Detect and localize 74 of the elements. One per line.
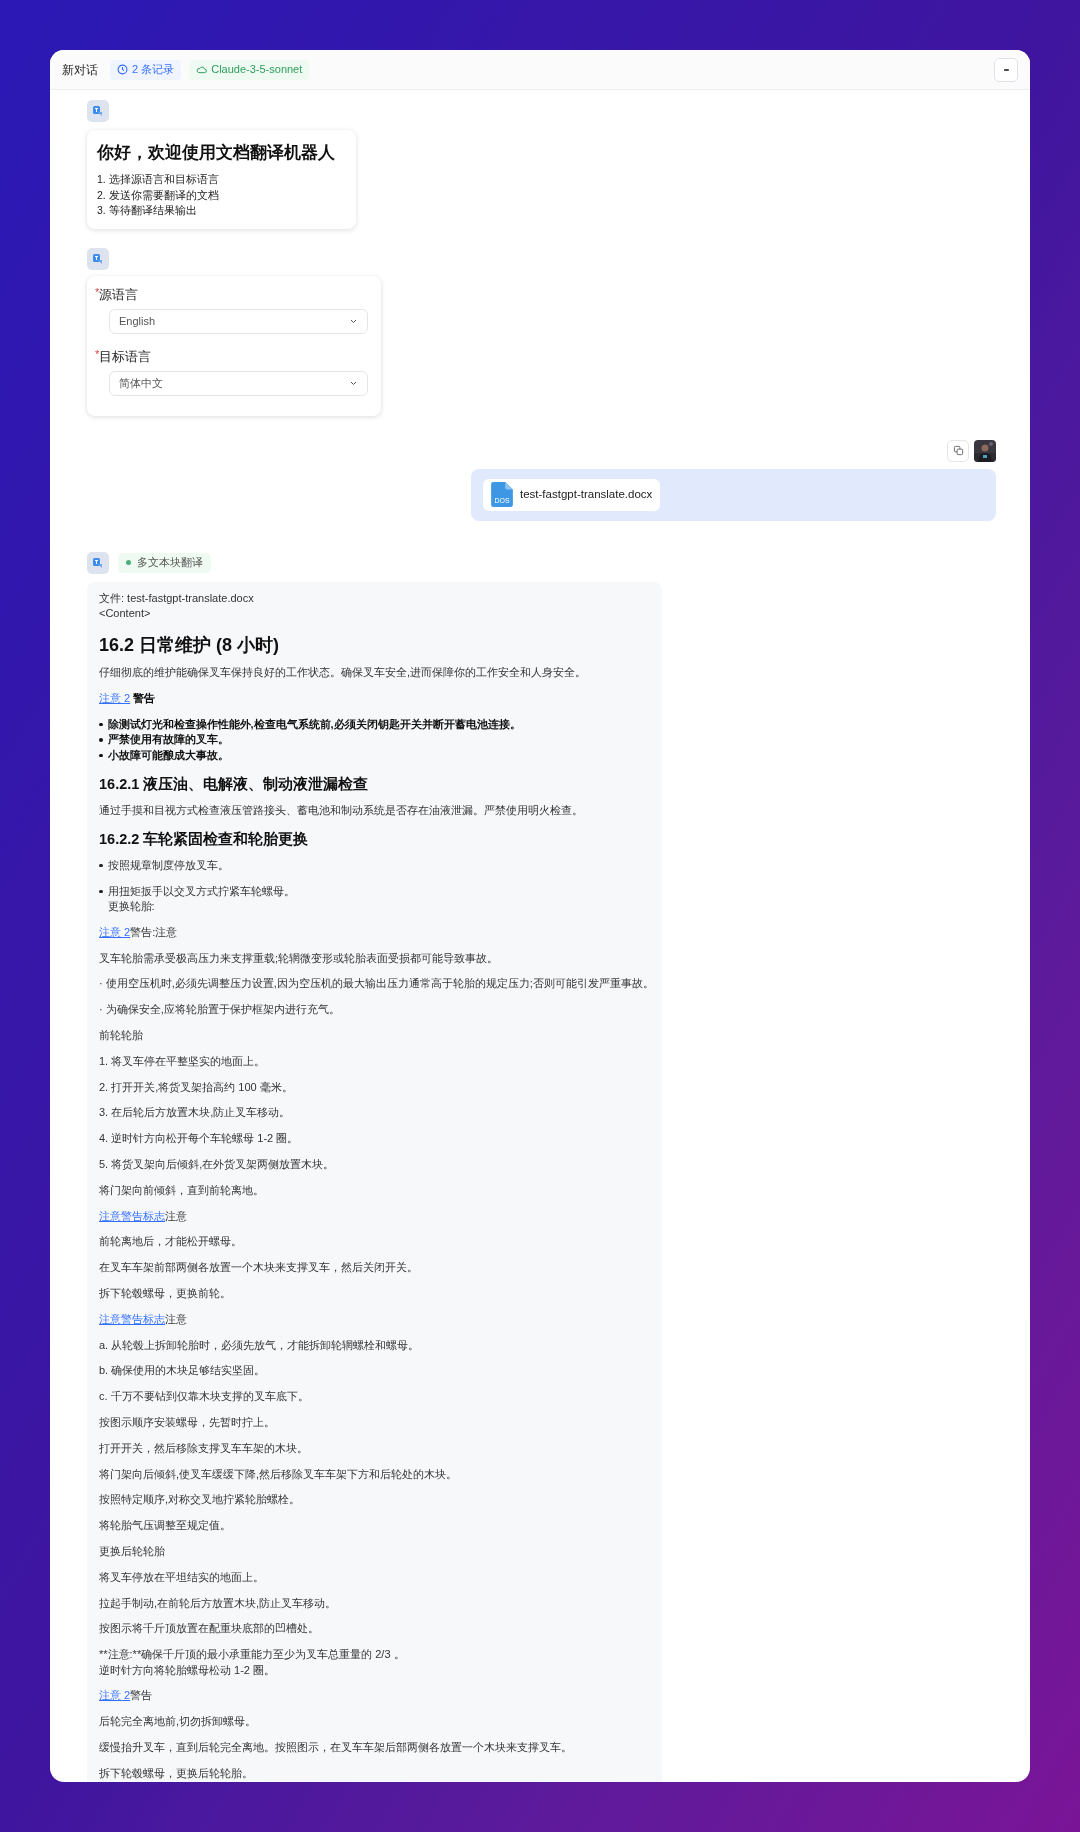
note-link[interactable]: 注意警告标志 (99, 1209, 165, 1222)
paragraph: 3. 在后轮后方放置木块,防止叉车移动。 (99, 1105, 292, 1121)
model-tag: Claude-3-5-sonnet (189, 59, 310, 80)
paragraph: 4. 逆时针方向松开每个车轮螺母 1-2 圈。 (99, 1131, 300, 1147)
paragraph: 仔细彻底的维护能确保叉车保持良好的工作状态。确保叉车安全,进而保障你的工作安全和人身安全。 (99, 665, 588, 681)
subheading: 16.2.2 车轮紧固检查和轮胎更换 (99, 829, 310, 849)
paragraph: 文件: test-fastgpt-translate.docx <Content> (99, 590, 255, 621)
paragraph: 拆下轮毂螺母，更换后轮轮胎。 (99, 1765, 254, 1781)
paragraph: 后轮完全离地前,切勿拆卸螺母。 (99, 1714, 258, 1730)
step-text: 1. 选择源语言和目标语言 (97, 172, 220, 187)
paragraph: 拉起手制动,在前轮后方放置木块,防止叉车移动。 (99, 1595, 338, 1611)
copy-icon (952, 445, 964, 456)
required-mark: * (95, 285, 100, 298)
note-line: 注意 2警告 (99, 1688, 154, 1704)
paragraph: 按照特定顺序,对称交叉地拧紧轮胎螺栓。 (99, 1492, 302, 1508)
list-item: 严禁使用有故障的叉车。 (107, 732, 229, 748)
chevron-down-icon (350, 318, 357, 324)
note-link[interactable]: 注意 2 (99, 925, 131, 938)
translate-icon (92, 252, 104, 265)
field-label: 目标语言 (99, 348, 152, 366)
note-link[interactable]: 注意警告标志 (99, 1312, 165, 1325)
note-line: 注意警告标志注意 (99, 1208, 188, 1224)
list-item: 用扭矩扳手以交叉方式拧紧车轮螺母。 更换轮胎: (107, 883, 295, 915)
paragraph: · 使用空压机时,必须先调整压力设置,因为空压机的最大输出压力通常高于轮胎的规定压力;否则可能引发严重事故。 (99, 976, 652, 992)
paragraph: 将门架向后倾斜,使叉车缓缓下降,然后移除叉车车架下方和后轮处的木块。 (99, 1466, 459, 1482)
paragraph: 按图示顺序安装螺母，先暂时拧上。 (99, 1415, 276, 1431)
note-line: 注意警告标志注意 (99, 1311, 188, 1327)
list-item: 按照规章制度停放叉车。 (107, 857, 229, 873)
step-text: 2. 发送你需要翻译的文档 (97, 187, 220, 203)
paragraph: 前轮离地后，才能松开螺母。 (99, 1234, 243, 1250)
paragraph: 在叉车车架前部两侧各放置一个木块来支撑叉车，然后关闭开关。 (99, 1260, 419, 1276)
step-text: 3. 等待翻译结果输出 (97, 203, 198, 218)
list-item: 除测试灯光和检查操作性能外,检查电气系统前,必须关闭钥匙开关并断开蓄电池连接。 (107, 716, 521, 732)
paragraph: 缓慢抬升叉车，直到后轮完全离地。按照图示，在叉车车架后部两侧各放置一个木块来支撑叉车。 (99, 1740, 573, 1755)
required-mark: * (95, 347, 100, 360)
paragraph: · 为确保安全,应将轮胎置于保护框架内进行充气。 (99, 1002, 341, 1018)
note-link[interactable]: 注意 2 (99, 692, 131, 705)
paragraph: 叉车轮胎需承受极高压力来支撑重载;轮辋微变形或轮胎表面受损都可能导致事故。 (99, 950, 500, 966)
language-select[interactable]: English (109, 308, 368, 334)
paragraph: 将叉车停放在平坦结实的地面上。 (99, 1569, 265, 1585)
note-link[interactable]: 注意 2 (99, 1689, 131, 1702)
field-label: 源语言 (99, 286, 139, 304)
chevron-down-icon (350, 380, 357, 386)
welcome-title: 你好，欢迎使用文档翻译机器人 (97, 142, 335, 163)
paragraph: 拆下轮毂螺母，更换前轮。 (99, 1286, 232, 1302)
subheading: 16.2.1 液压油、电解液、制动液泄漏检查 (99, 774, 370, 794)
note-line: 注意 2 警告 (99, 691, 157, 707)
paragraph: 将门架向前倾斜，直到前轮离地。 (99, 1182, 265, 1198)
clock-icon (117, 64, 128, 75)
history-tag[interactable]: 2 条记录 (110, 59, 182, 80)
paragraph: a. 从轮毂上拆卸轮胎时，必须先放气，才能拆卸轮辋螺栓和螺母。 (99, 1337, 421, 1353)
translate-icon (92, 105, 104, 117)
paragraph: 更换后轮轮胎 (99, 1544, 166, 1559)
paragraph: 打开开关，然后移除支撑叉车车架的木块。 (99, 1440, 309, 1456)
paragraph: 2. 打开开关,将货叉架抬高约 100 毫米。 (99, 1079, 294, 1095)
heading: 16.2 日常维护 (8 小时) (99, 633, 281, 657)
translate-icon (92, 556, 104, 569)
language-select[interactable]: 简体中文 (109, 370, 368, 396)
file-name: test-fastgpt-translate.docx (520, 486, 653, 502)
paragraph: 将轮胎气压调整至规定值。 (99, 1518, 232, 1534)
note-line: 注意 2警告:注意 (99, 924, 179, 940)
list-item: 小故障可能酿成大事故。 (107, 747, 229, 763)
cloud-icon (196, 65, 208, 74)
paragraph: 5. 将货叉架向后倾斜,在外货叉架两侧放置木块。 (99, 1157, 336, 1173)
chat-title: 新对话 (62, 61, 98, 79)
paragraph: 通过手摸和目视方式检查液压管路接头、蓄电池和制动系统是否存在油液泄漏。严禁使用明火检查。 (99, 802, 584, 818)
paragraph: b. 确保使用的木块足够结实坚固。 (99, 1363, 267, 1379)
paragraph: 按图示将千斤顶放置在配重块底部的凹槽处。 (99, 1621, 320, 1637)
copy-button[interactable] (947, 439, 969, 462)
paragraph: c. 千万不要钻到仅靠木块支撑的叉车底下。 (99, 1389, 310, 1405)
module-name: 多文本块翻译 (137, 554, 203, 570)
paragraph: **注意:**确保千斤顶的最小承重能力至少为叉车总重量的 2/3 。 逆时针方向将轮胎螺母松动 1-2 圈。 (99, 1647, 406, 1678)
paragraph: 1. 将叉车停在平整坚实的地面上。 (99, 1053, 267, 1069)
paragraph: 前轮轮胎 (99, 1028, 144, 1044)
